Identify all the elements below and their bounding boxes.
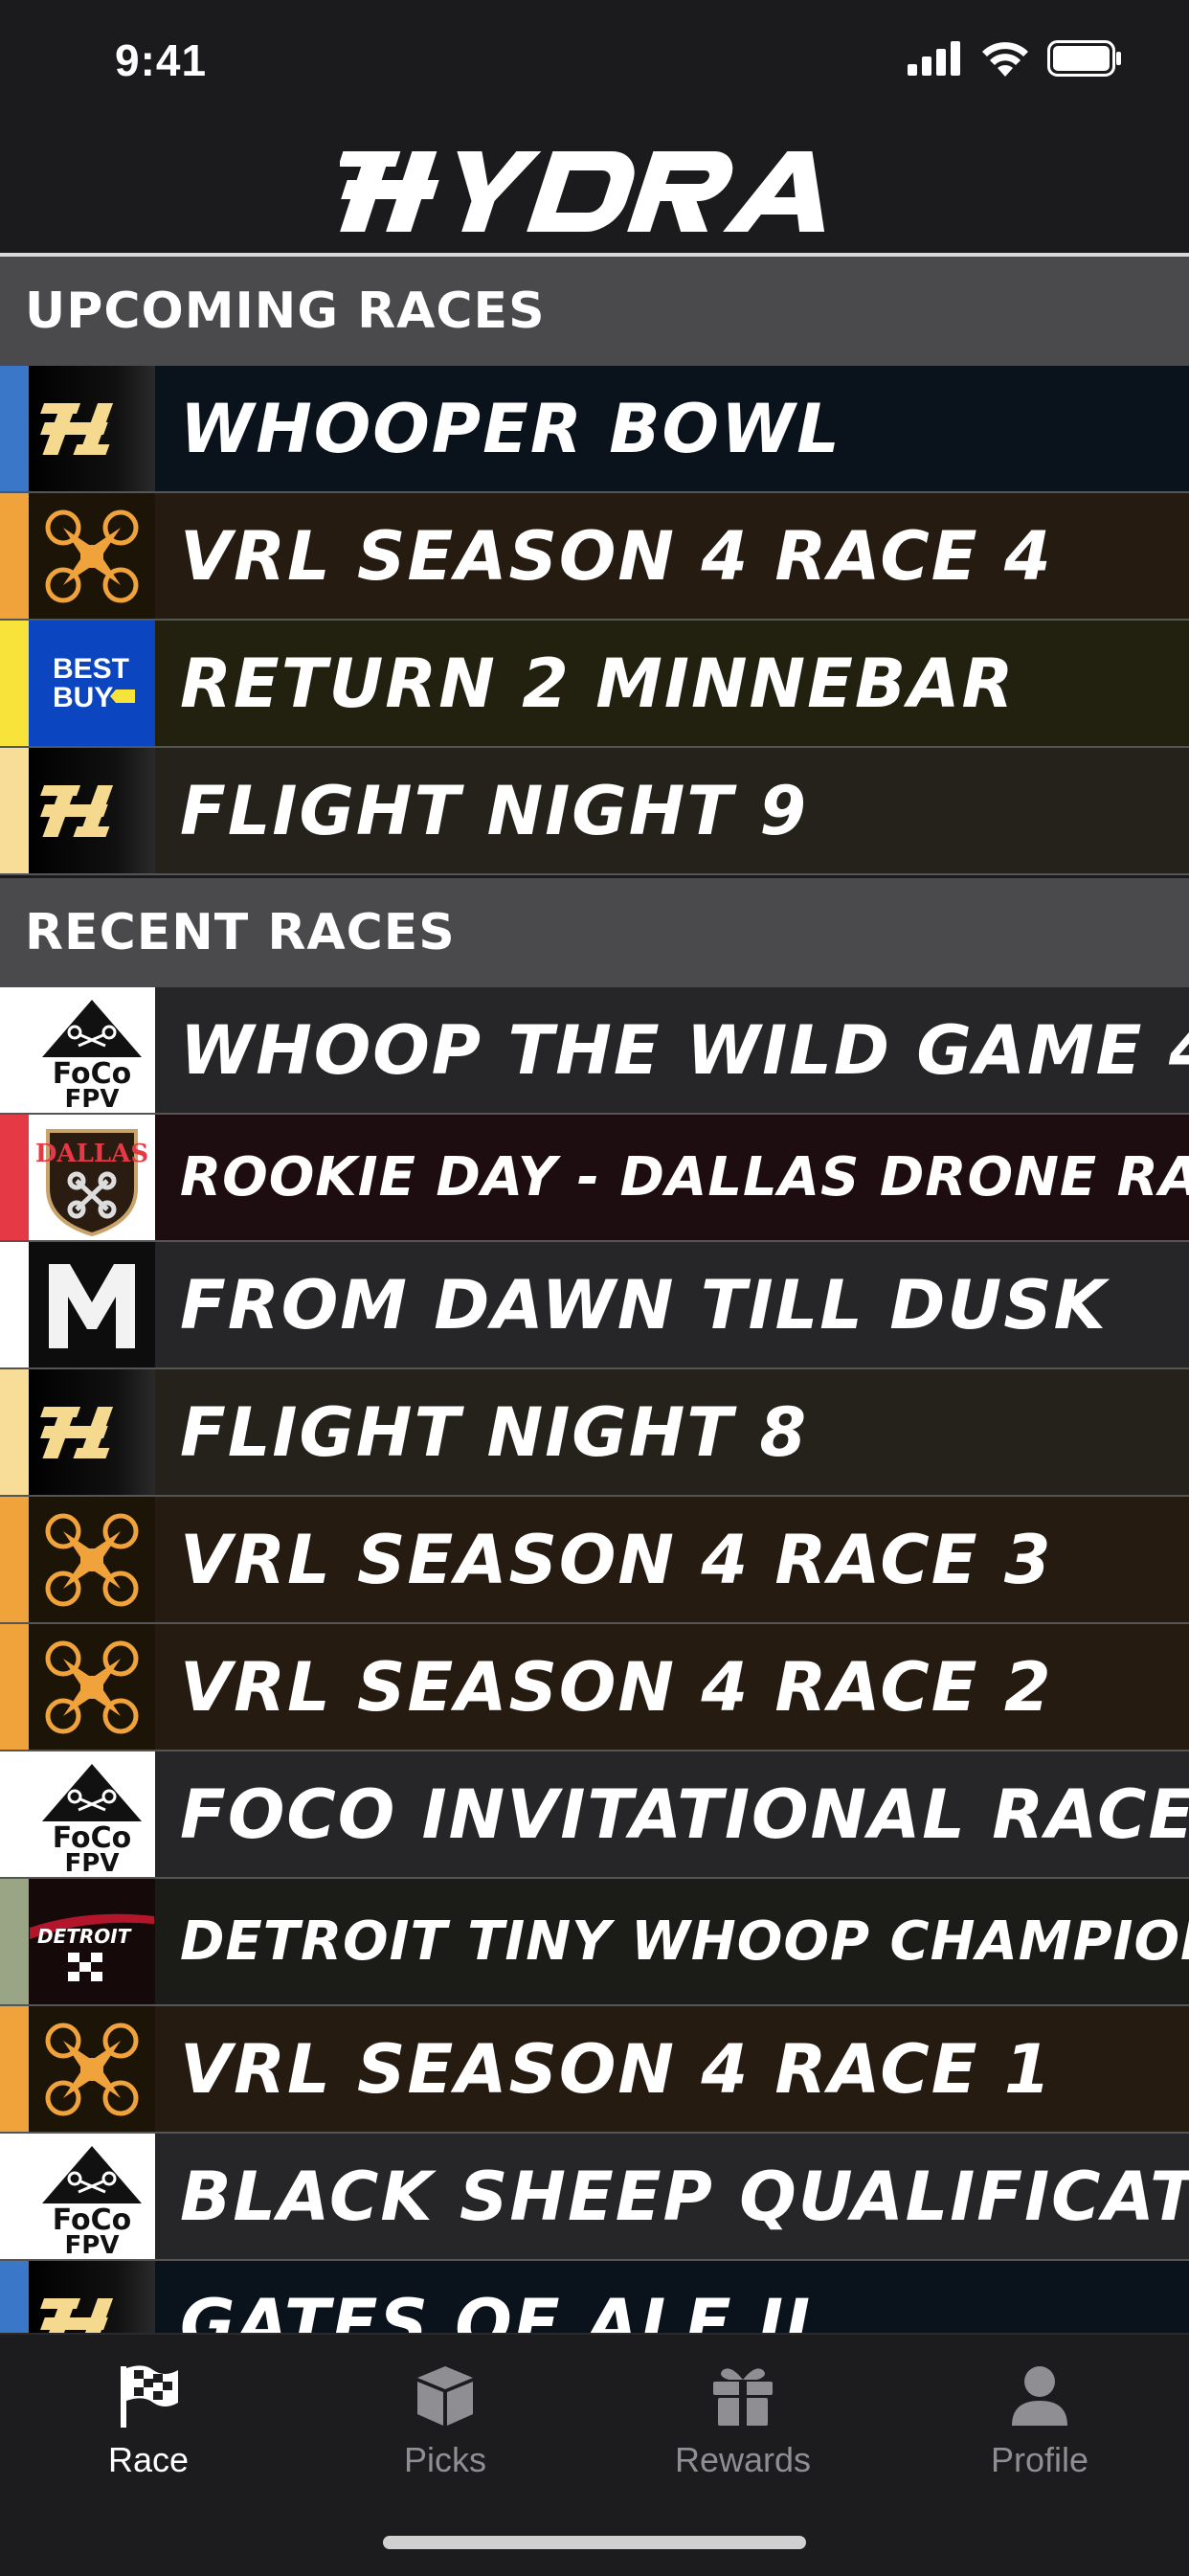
race-row[interactable]: FoCoFPVFOCO FPV BLACK SHEEP QUALIFICATION… <box>0 2134 1189 2261</box>
race-accent-bar <box>0 2006 29 2132</box>
battery-icon <box>1047 40 1121 77</box>
race-accent-bar <box>0 1115 29 1240</box>
svg-text:BUY: BUY <box>53 682 113 713</box>
race-row[interactable]: FLIGHT NIGHT 8 <box>0 1369 1189 1497</box>
home-indicator <box>383 2536 806 2549</box>
race-title: FLIGHT NIGHT 8 <box>180 1392 809 1472</box>
svg-text:DALLAS: DALLAS <box>35 1140 148 1168</box>
race-row[interactable]: WHOOPER BOWL <box>0 366 1189 493</box>
race-row[interactable]: VRL SEASON 4 RACE 4 <box>0 493 1189 621</box>
race-accent-bar <box>0 621 29 746</box>
race-title: RETURN 2 MINNEBAR <box>180 644 1016 723</box>
race-accent-bar <box>0 1369 29 1495</box>
race-accent-bar <box>0 987 29 1113</box>
race-title: VRL SEASON 4 RACE 4 <box>180 516 1053 596</box>
race-accent-bar <box>0 1751 29 1877</box>
race-accent-bar <box>0 1242 29 1367</box>
race-accent-bar <box>0 1624 29 1750</box>
svg-text:BEST: BEST <box>53 653 129 685</box>
race-title: FROM DAWN TILL DUSK <box>180 1265 1108 1344</box>
hydra-logo <box>340 151 825 232</box>
app-header <box>0 134 1189 257</box>
section-title: RECENT RACES <box>25 904 456 961</box>
status-icons <box>908 40 1122 77</box>
race-title: VRL SEASON 4 RACE 1 <box>180 2029 1053 2109</box>
m-logo: M <box>29 1242 155 1367</box>
tab-label: Race <box>107 2440 190 2479</box>
tab-label: Rewards <box>674 2440 812 2479</box>
svg-text:FPV: FPV <box>65 1085 120 1110</box>
foco-fpv-logo: FoCoFPVFOCO FPV <box>29 987 155 1113</box>
race-accent-bar <box>0 748 29 873</box>
svg-text:FPV: FPV <box>65 1849 120 1874</box>
best-buy-logo: BESTBUYBEST BUY <box>29 621 155 746</box>
detroit-logo: DETROITDETROIT <box>29 1879 155 2004</box>
signal-icon <box>908 41 960 76</box>
tab-rewards[interactable]: Rewards <box>647 2358 839 2480</box>
section-title: UPCOMING RACES <box>25 282 546 340</box>
drone-logo <box>29 1497 155 1622</box>
tab-profile[interactable]: Profile <box>944 2358 1135 2480</box>
race-accent-bar <box>0 366 29 491</box>
race-row[interactable]: BESTBUYBEST BUY RETURN 2 MINNEBAR <box>0 621 1189 748</box>
race-accent-bar <box>0 1879 29 2004</box>
race-row[interactable]: VRL SEASON 4 RACE 3 <box>0 1497 1189 1624</box>
hydra-logo <box>29 1369 155 1495</box>
tab-race[interactable]: Race <box>53 2358 244 2480</box>
dallas-drone-racing-logo: DALLASDALLAS <box>29 1115 155 1240</box>
race-title: VRL SEASON 4 RACE 2 <box>180 1647 1053 1727</box>
upcoming-races-header: UPCOMING RACES <box>0 257 1189 366</box>
race-title: DETROIT TINY WHOOP CHAMPIONSHIP <box>180 1910 1189 1973</box>
race-row[interactable]: FoCoFPVFOCO FPV WHOOP THE WILD GAME 4/9 <box>0 987 1189 1115</box>
race-row[interactable]: DALLASDALLAS ROOKIE DAY - DALLAS DRONE RA… <box>0 1115 1189 1242</box>
drone-logo <box>29 493 155 619</box>
race-title: FOCO INVITATIONAL RACE 1 <box>180 1774 1189 1854</box>
race-accent-bar <box>0 1497 29 1622</box>
person-icon <box>1012 2366 1067 2426</box>
race-title: ROOKIE DAY - DALLAS DRONE RACING <box>180 1146 1189 1209</box>
race-row[interactable]: FoCoFPVFOCO FPV FOCO INVITATIONAL RACE 1 <box>0 1751 1189 1879</box>
hydra-logo <box>29 366 155 491</box>
foco-fpv-logo: FoCoFPVFOCO FPV <box>29 2134 155 2259</box>
race-accent-bar <box>0 2134 29 2259</box>
race-row[interactable]: M FROM DAWN TILL DUSK <box>0 1242 1189 1369</box>
race-title: VRL SEASON 4 RACE 3 <box>180 1520 1053 1599</box>
race-row[interactable]: VRL SEASON 4 RACE 1 <box>0 2006 1189 2134</box>
status-time: 9:41 <box>115 35 208 85</box>
svg-text:DETROIT: DETROIT <box>37 1925 132 1948</box>
race-title: WHOOPER BOWL <box>180 389 841 468</box>
race-row[interactable]: DETROITDETROIT DETROIT TINY WHOOP CHAMPIO… <box>0 1879 1189 2006</box>
hydra-logo <box>29 748 155 873</box>
checkered-flag-icon <box>121 2365 178 2428</box>
status-bar: 9:41 <box>0 0 1189 134</box>
race-title: WHOOP THE WILD GAME 4/9 <box>180 1010 1189 1090</box>
race-title: BLACK SHEEP QUALIFICATIONS <box>180 2157 1189 2236</box>
tab-picks[interactable]: Picks <box>349 2358 541 2480</box>
tab-label: Profile <box>990 2440 1089 2479</box>
box-icon <box>417 2366 473 2426</box>
recent-races-header: RECENT RACES <box>0 878 1189 987</box>
race-row[interactable]: FLIGHT NIGHT 9 <box>0 748 1189 875</box>
foco-fpv-logo: FoCoFPVFOCO FPV <box>29 1751 155 1877</box>
drone-logo <box>29 1624 155 1750</box>
race-title: FLIGHT NIGHT 9 <box>180 771 809 850</box>
race-accent-bar <box>0 493 29 619</box>
gift-icon <box>713 2368 773 2426</box>
race-row[interactable]: VRL SEASON 4 RACE 2 <box>0 1624 1189 1751</box>
wifi-icon <box>982 42 1028 77</box>
drone-logo <box>29 2006 155 2132</box>
svg-text:FPV: FPV <box>65 2231 120 2256</box>
tab-label: Picks <box>403 2440 486 2479</box>
